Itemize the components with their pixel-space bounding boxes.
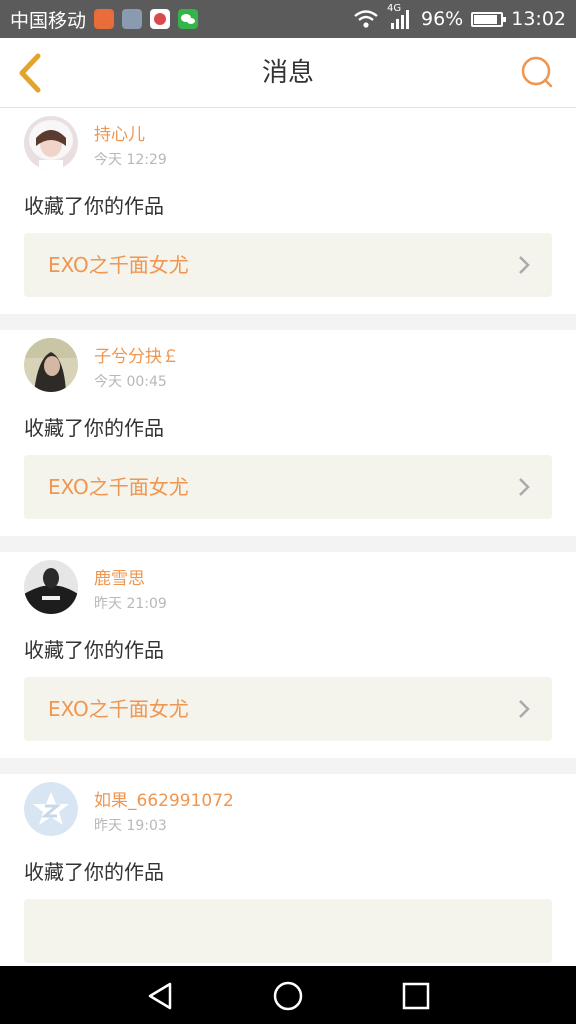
avatar[interactable] (24, 560, 78, 614)
work-link[interactable]: EXO之千面女尤 (24, 455, 552, 519)
status-right: 4G 96% 13:02 (353, 3, 566, 30)
chevron-right-icon (519, 478, 530, 496)
message-action: 收藏了你的作品 (24, 416, 164, 440)
wechat-app-icon (178, 9, 199, 29)
work-title: EXO之千面女尤 (48, 697, 189, 721)
gallery-app-icon (122, 9, 143, 29)
nav-recent-square-icon[interactable] (400, 980, 432, 1012)
message-action: 收藏了你的作品 (24, 638, 164, 662)
avatar[interactable] (24, 338, 78, 392)
work-link[interactable]: EXO之千面女尤 (24, 233, 552, 297)
battery-percent: 96% (421, 8, 464, 30)
message-time: 昨天 19:03 (94, 818, 167, 834)
message-card: 如果_662991072 昨天 19:03 收藏了你的作品 (0, 774, 576, 980)
chevron-right-icon (519, 700, 530, 718)
qq-app-icon (150, 9, 171, 29)
battery-icon (471, 11, 507, 27)
user-name[interactable]: 持心儿 (94, 120, 145, 145)
status-left: 中国移动 (10, 6, 199, 33)
message-card: 子兮分抉￡ 今天 00:45 收藏了你的作品 EXO之千面女尤 (0, 330, 576, 536)
message-list: 持心儿 今天 12:29 收藏了你的作品 EXO之千面女尤 子兮分抉￡ 今天 0… (0, 108, 576, 980)
page-title: 消息 (261, 58, 314, 88)
work-link[interactable] (24, 899, 552, 963)
user-name[interactable]: 子兮分抉￡ (94, 342, 179, 367)
message-action: 收藏了你的作品 (24, 194, 164, 218)
work-title: EXO之千面女尤 (48, 475, 189, 499)
wifi-icon (354, 10, 378, 28)
message-action: 收藏了你的作品 (24, 860, 164, 884)
carrier-name: 中国移动 (10, 9, 87, 32)
user-name[interactable]: 鹿雪思 (94, 564, 145, 589)
status-bar: 中国移动 4G 96% 13:02 (0, 0, 576, 38)
weibo-app-icon (94, 9, 115, 29)
app-header: 消息 (0, 38, 576, 108)
work-title: EXO之千面女尤 (48, 253, 189, 277)
nav-home-circle-icon[interactable] (272, 980, 304, 1012)
message-time: 今天 12:29 (94, 152, 167, 168)
system-nav-bar (0, 966, 576, 1024)
nav-back-triangle-icon[interactable] (144, 980, 176, 1012)
message-time: 昨天 21:09 (94, 596, 167, 612)
clock: 13:02 (511, 8, 566, 30)
message-time: 今天 00:45 (94, 374, 167, 390)
message-card: 持心儿 今天 12:29 收藏了你的作品 EXO之千面女尤 (0, 108, 576, 314)
user-name[interactable]: 如果_662991072 (94, 786, 234, 811)
search-icon[interactable] (520, 56, 554, 90)
chevron-right-icon (519, 256, 530, 274)
message-card: 鹿雪思 昨天 21:09 收藏了你的作品 EXO之千面女尤 (0, 552, 576, 758)
qzone-default-avatar-icon[interactable] (24, 782, 78, 836)
work-link[interactable]: EXO之千面女尤 (24, 677, 552, 741)
signal-icon: 4G (387, 3, 413, 30)
avatar[interactable] (24, 116, 78, 170)
